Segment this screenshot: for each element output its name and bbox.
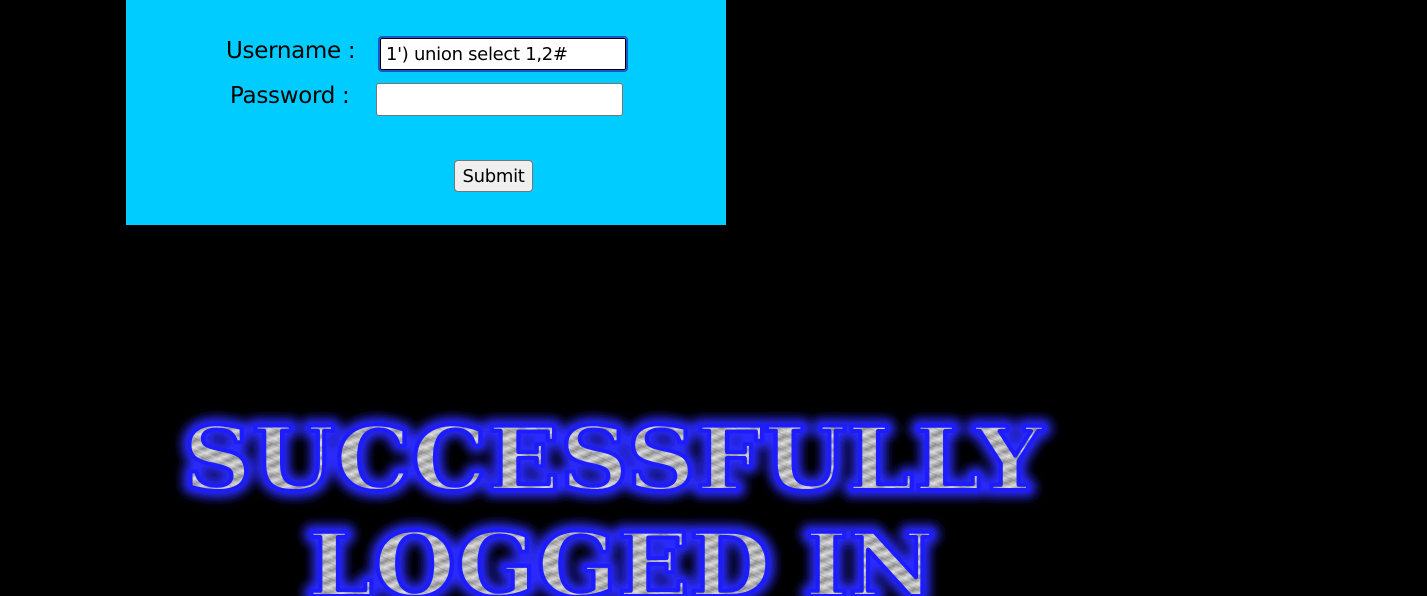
- success-banner-image: SUCCESSFULLY SUCCESSFULLY LOGGED IN LOGG…: [176, 400, 1051, 596]
- banner-line-1: SUCCESSFULLY: [183, 407, 1044, 511]
- page: Username : Password : Submit: [0, 0, 1427, 596]
- banner-line-2: LOGGED IN: [307, 513, 935, 596]
